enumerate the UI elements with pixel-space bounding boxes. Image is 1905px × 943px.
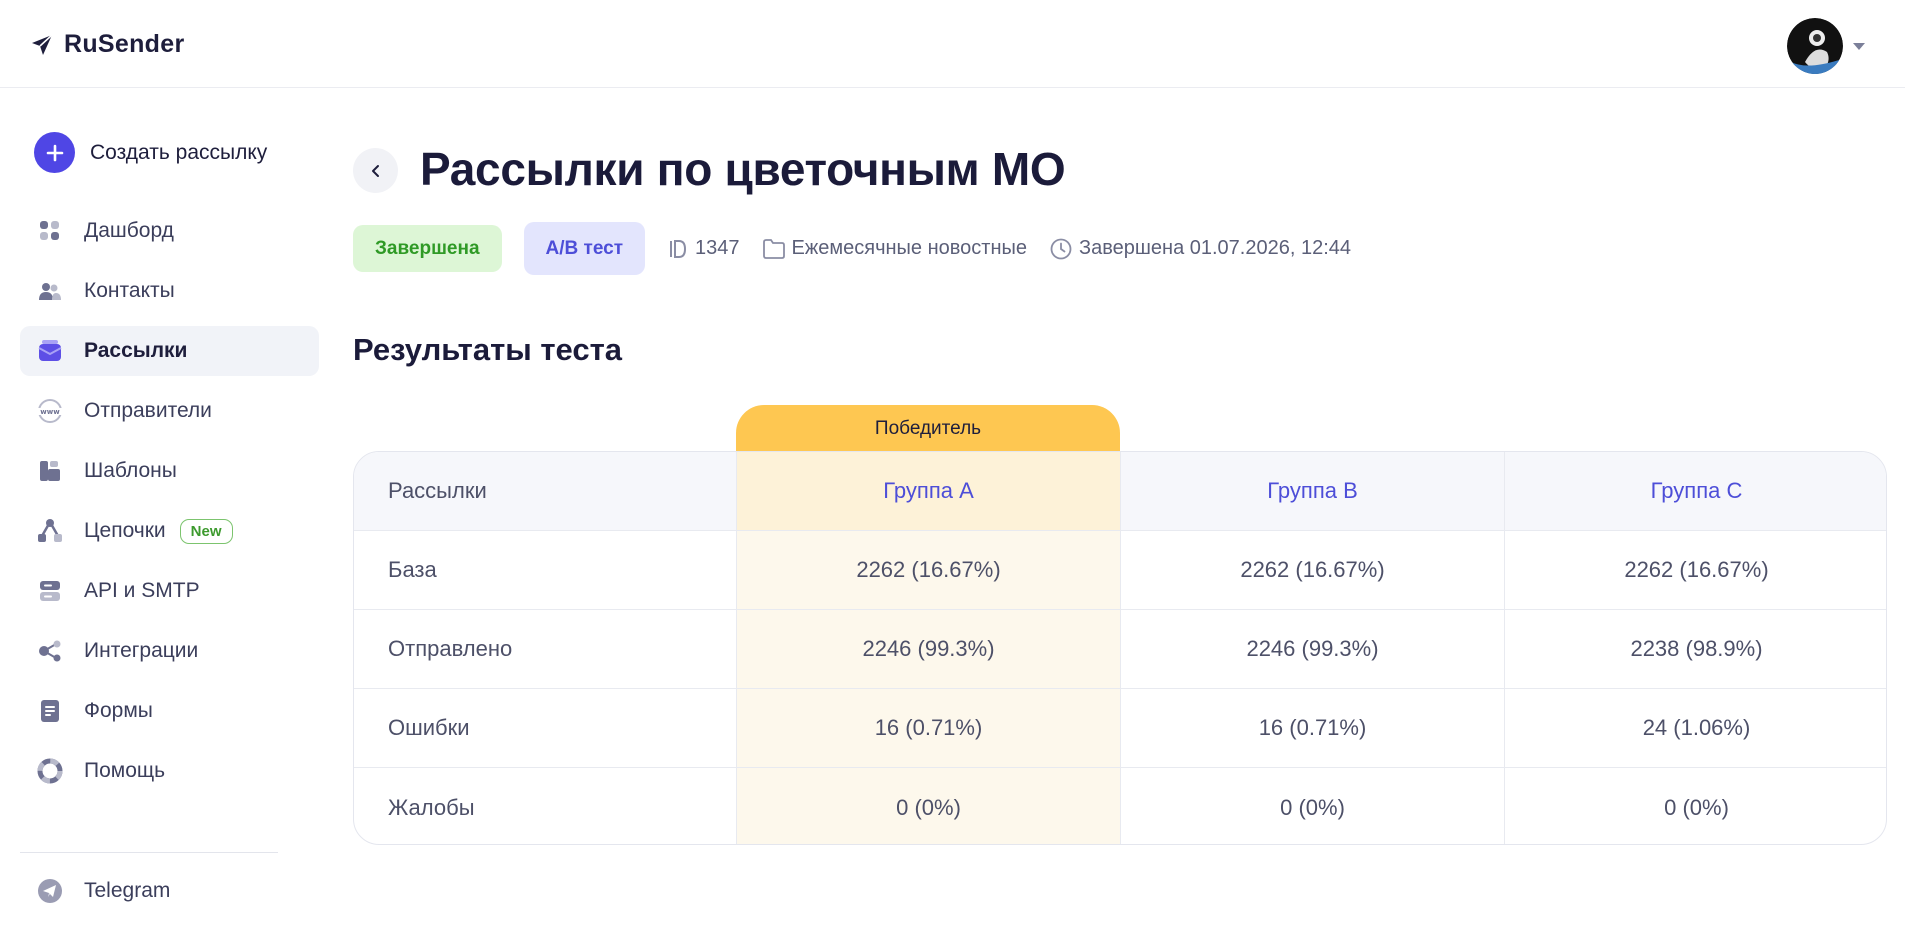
- mailing-completed-value: Завершена 01.07.2026, 12:44: [1079, 237, 1352, 259]
- dashboard-icon: [36, 217, 64, 245]
- chevron-down-icon[interactable]: [1853, 42, 1865, 50]
- contacts-icon: [36, 277, 64, 305]
- table-cell: 24 (1.06%): [1642, 715, 1751, 740]
- column-header-group-c[interactable]: Группа C: [1505, 452, 1886, 530]
- sidebar-item-forms[interactable]: Формы: [20, 686, 319, 736]
- table-cell: 16 (0.71%): [737, 689, 1121, 767]
- sidebar-item-templates[interactable]: Шаблоны: [20, 446, 319, 496]
- table-cell: 16 (0.71%): [1121, 689, 1505, 767]
- forms-icon: [36, 697, 64, 725]
- sidebar-item-help[interactable]: Помощь: [20, 746, 319, 796]
- table-row: База 2262 (16.67%) 2262 (16.67%) 2262 (1…: [354, 531, 1886, 610]
- chains-icon: [36, 517, 64, 545]
- templates-icon: [36, 457, 64, 485]
- mailings-icon: [36, 337, 64, 365]
- sidebar-item-label: Контакты: [84, 279, 175, 302]
- table-cell: 2246 (99.3%): [737, 610, 1121, 688]
- mailing-id-value: 1347: [695, 237, 740, 259]
- sidebar-item-mailings[interactable]: Рассылки: [20, 326, 319, 376]
- mailing-meta: Завершена A/B тест 1347 Ежемесячные ново…: [353, 221, 1351, 276]
- table-cell: 2262 (16.67%): [1624, 557, 1769, 582]
- sidebar-item-label: Telegram: [84, 879, 171, 902]
- table-row: Отправлено 2246 (99.3%) 2246 (99.3%) 223…: [354, 610, 1886, 689]
- sidebar-item-label: Дашборд: [84, 219, 174, 242]
- back-button[interactable]: [353, 148, 398, 193]
- column-header: Рассылки: [354, 452, 737, 530]
- table-cell: 0 (0%): [1664, 794, 1729, 820]
- mailing-completed-time: Завершена 01.07.2026, 12:44: [1049, 237, 1351, 261]
- sidebar-item-integrations[interactable]: Интеграции: [20, 626, 319, 676]
- folder-icon: [762, 238, 785, 259]
- sidebar-item-label: Рассылки: [84, 339, 188, 362]
- table-cell: 2262 (16.67%): [1121, 531, 1505, 609]
- mailing-id: 1347: [667, 237, 740, 260]
- server-icon: [36, 577, 64, 605]
- create-mailing-label: Создать рассылку: [90, 140, 268, 164]
- table-cell: 2246 (99.3%): [1121, 610, 1505, 688]
- status-badge: Завершена: [353, 225, 502, 272]
- winner-label: Победитель: [736, 405, 1120, 453]
- logo[interactable]: RuSender: [30, 30, 184, 59]
- sidebar-item-label: API и SMTP: [84, 579, 200, 602]
- telegram-icon: [36, 877, 64, 905]
- row-label: Отправлено: [354, 610, 737, 688]
- row-label: База: [354, 531, 737, 609]
- sidebar-divider: [20, 852, 278, 853]
- table-cell: 0 (0%): [1121, 768, 1505, 844]
- table-cell: 0 (0%): [737, 768, 1121, 844]
- sidebar-item-label: Шаблоны: [84, 459, 177, 482]
- ab-test-badge: A/B тест: [523, 222, 646, 275]
- new-badge: New: [179, 518, 233, 544]
- telegram-link[interactable]: Telegram: [20, 866, 319, 926]
- column-header-group-b[interactable]: Группа B: [1121, 452, 1505, 530]
- sidebar-item-label: Интеграции: [84, 639, 199, 662]
- sidebar-item-telegram[interactable]: Telegram: [20, 866, 319, 916]
- user-menu[interactable]: [1787, 18, 1865, 74]
- row-label: Ошибки: [354, 689, 737, 767]
- create-mailing-button[interactable]: Создать рассылку: [34, 132, 267, 173]
- column-header-group-a[interactable]: Группа A: [737, 452, 1121, 530]
- sidebar-item-contacts[interactable]: Контакты: [20, 266, 319, 316]
- table-header-row: Рассылки Группа A Группа B Группа C: [354, 452, 1886, 531]
- table-cell: 2238 (98.9%): [1630, 636, 1763, 661]
- svg-text:www: www: [40, 408, 60, 416]
- sidebar-item-chains[interactable]: Цепочки New: [20, 506, 319, 556]
- sidebar-item-api-smtp[interactable]: API и SMTP: [20, 566, 319, 616]
- sidebar-item-label: Отправители: [84, 399, 212, 422]
- mailing-folder[interactable]: Ежемесячные новостные: [762, 237, 1027, 260]
- help-icon: [36, 757, 64, 785]
- sidebar-nav: Дашборд Контакты Рассылки www Отправител…: [20, 206, 319, 806]
- table-row: Жалобы 0 (0%) 0 (0%) 0 (0%): [354, 768, 1886, 844]
- clock-icon: [1050, 238, 1072, 259]
- paper-plane-icon: [32, 33, 53, 55]
- plus-icon: [34, 132, 75, 173]
- avatar[interactable]: [1787, 18, 1843, 74]
- brand-name: RuSender: [64, 30, 185, 58]
- sidebar-item-label: Цепочки: [84, 519, 166, 542]
- chevron-left-icon: [371, 164, 379, 177]
- results-table: Рассылки Группа A Группа B Группа C База…: [353, 451, 1887, 845]
- sidebar-item-label: Формы: [84, 699, 153, 722]
- sidebar: Создать рассылку Дашборд Контакты Рассыл…: [0, 88, 330, 943]
- integrations-icon: [36, 637, 64, 665]
- table-row: Ошибки 16 (0.71%) 16 (0.71%) 24 (1.06%): [354, 689, 1886, 768]
- page-title: Рассылки по цветочным МО: [420, 143, 1066, 195]
- www-icon: www: [36, 397, 64, 425]
- top-bar: RuSender: [0, 0, 1905, 88]
- id-icon: [670, 239, 687, 258]
- sidebar-item-dashboard[interactable]: Дашборд: [20, 206, 319, 256]
- sidebar-item-senders[interactable]: www Отправители: [20, 386, 319, 436]
- sidebar-item-label: Помощь: [84, 759, 166, 782]
- row-label: Жалобы: [354, 768, 737, 844]
- results-title: Результаты теста: [353, 332, 623, 367]
- mailing-folder-value: Ежемесячные новостные: [791, 237, 1027, 259]
- table-cell: 2262 (16.67%): [737, 531, 1121, 609]
